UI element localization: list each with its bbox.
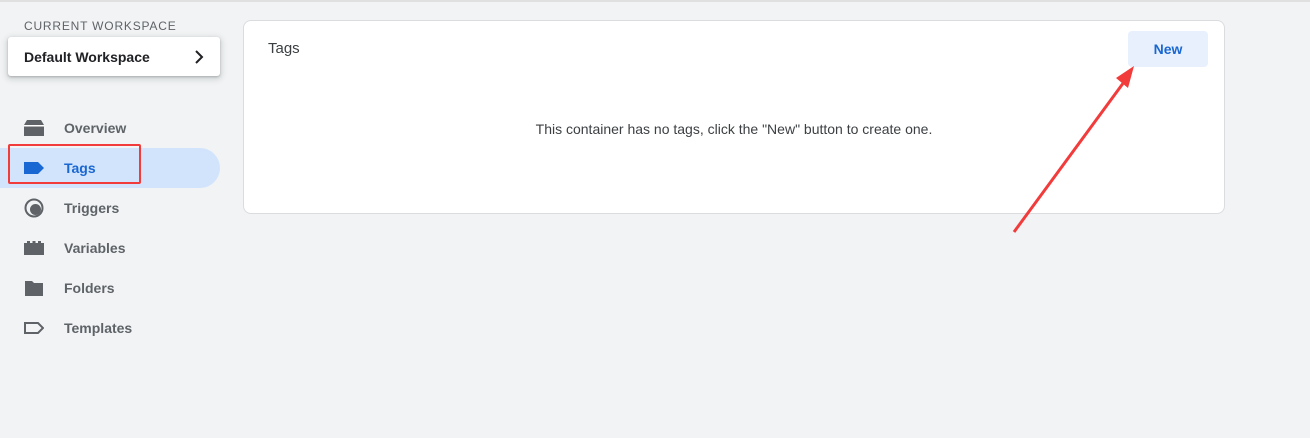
- page-title: Tags: [268, 40, 300, 57]
- sidebar-item-triggers[interactable]: Triggers: [0, 188, 220, 228]
- sidebar-item-label: Variables: [64, 240, 126, 256]
- sidebar-item-label: Templates: [64, 320, 133, 336]
- folder-icon: [24, 279, 44, 297]
- empty-state-message: This container has no tags, click the "N…: [535, 121, 933, 137]
- sidebar-item-tags[interactable]: Tags: [0, 148, 220, 188]
- template-icon: [24, 319, 44, 337]
- tags-card: Tags New This container has no tags, cli…: [243, 20, 1225, 214]
- sidebar-item-overview[interactable]: Overview: [0, 108, 220, 148]
- trigger-icon: [24, 198, 44, 218]
- sidebar-item-label: Tags: [64, 160, 96, 176]
- sidebar-nav: Overview Tags Triggers Variables Folders: [0, 108, 232, 348]
- sidebar-item-templates[interactable]: Templates: [0, 308, 220, 348]
- workspace-label: CURRENT WORKSPACE: [24, 19, 177, 33]
- sidebar-item-folders[interactable]: Folders: [0, 268, 220, 308]
- workspace-selector[interactable]: Default Workspace: [8, 37, 220, 76]
- sidebar-item-label: Folders: [64, 280, 115, 296]
- sidebar-item-label: Overview: [64, 120, 127, 136]
- sidebar: CURRENT WORKSPACE Default Workspace Over…: [0, 0, 232, 438]
- tag-icon: [24, 159, 44, 177]
- chevron-right-icon: [194, 49, 206, 64]
- workspace-name: Default Workspace: [24, 48, 150, 65]
- new-tag-button[interactable]: New: [1128, 31, 1208, 67]
- sidebar-item-label: Triggers: [64, 200, 120, 216]
- overview-icon: [24, 119, 44, 137]
- sidebar-item-variables[interactable]: Variables: [0, 228, 220, 268]
- variables-icon: [24, 239, 44, 257]
